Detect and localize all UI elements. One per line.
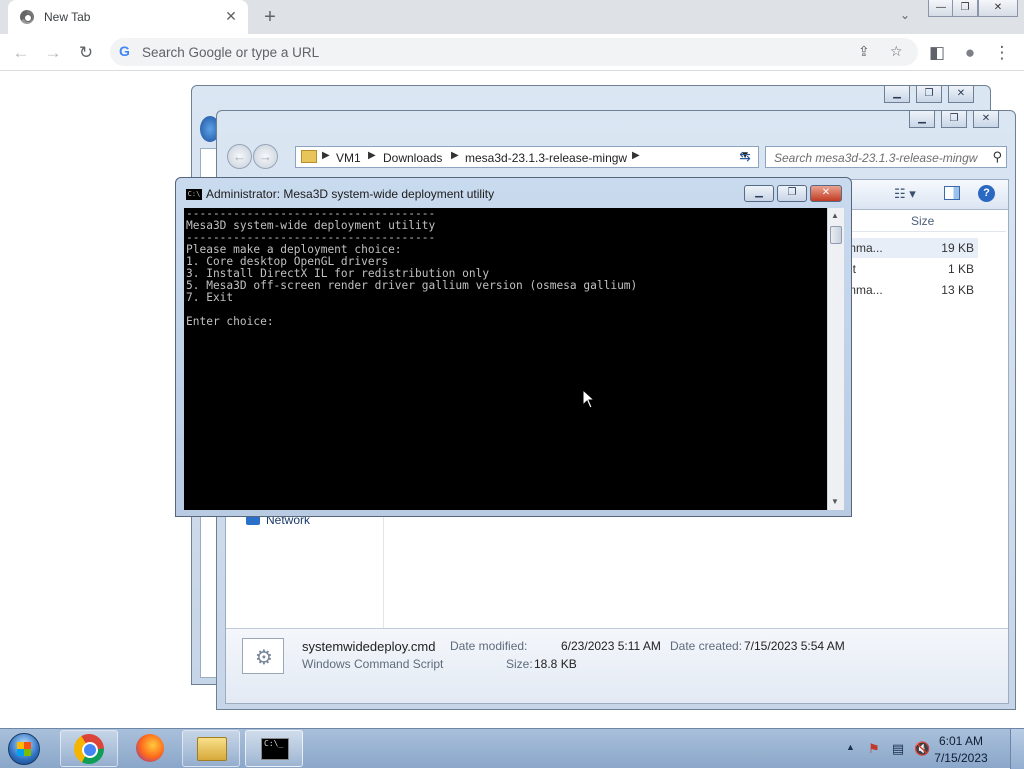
scroll-down-icon[interactable]: ▼ [831,497,839,506]
new-tab-button[interactable]: + [258,5,282,29]
minimize-button[interactable]: ▁ [909,111,935,128]
restore-button[interactable]: ❐ [941,111,967,128]
share-icon[interactable]: ⇪ [858,43,870,60]
taskbar-firefox-button[interactable] [122,730,180,767]
start-button[interactable] [2,731,46,767]
chrome-menu-icon[interactable]: ⋮ [989,40,1015,66]
details-pane: systemwidedeploy.cmd Windows Command Scr… [226,628,1008,703]
show-hidden-icons-icon[interactable]: ▲ [846,742,855,752]
forward-icon[interactable]: → [253,144,278,169]
tab-new-tab[interactable]: New Tab ✕ [8,0,248,34]
back-button[interactable]: ← [8,40,34,66]
minimize-button[interactable]: ▁ [744,185,774,202]
cmd-icon: C:\_ [261,738,289,760]
search-placeholder: Search mesa3d-23.1.3-release-mingw [774,151,978,165]
google-icon: G [119,43,130,59]
close-button[interactable]: ✕ [810,185,842,202]
details-filetype: Windows Command Script [302,657,444,671]
side-panel-icon[interactable]: ◧ [924,40,950,66]
modified-label: Date modified: [450,639,528,653]
mouse-cursor-icon [582,389,596,409]
file-row[interactable]: mma... 13 KB [846,280,978,300]
breadcrumb-separator-icon[interactable]: ▶ [451,150,459,161]
clock-date[interactable]: 7/15/2023 [926,751,996,765]
show-desktop-button[interactable] [1010,729,1024,769]
network-icon[interactable]: ▤ [890,741,906,757]
chrome-icon [74,734,104,764]
folder-icon [301,150,317,163]
chrome-favicon-icon [20,10,34,24]
search-icon: ⚲ [992,149,1002,164]
breadcrumb-separator-icon[interactable]: ▶ [632,150,640,161]
file-size: 19 KB [941,241,974,255]
minimize-button[interactable]: ▁ [884,86,910,103]
script-file-icon [242,638,284,674]
minimize-button[interactable]: — [928,0,954,17]
column-headers: Size [846,210,1006,232]
breadcrumb-separator-icon[interactable]: ▶ [322,150,330,161]
back-icon[interactable]: ← [227,144,252,169]
omnibox[interactable]: G Search Google or type a URL ⇪ ☆ [110,38,918,66]
details-filename: systemwidedeploy.cmd [302,639,436,654]
column-size[interactable]: Size [911,214,934,228]
search-input[interactable]: Search mesa3d-23.1.3-release-mingw ⚲ [765,146,1007,168]
taskbar-cmd-button[interactable]: C:\_ [245,730,303,767]
console-text: ------------------------------------- Me… [186,208,638,328]
close-button[interactable]: ✕ [978,0,1018,17]
action-center-flag-icon[interactable]: ⚑ [866,741,882,757]
bookmark-star-icon[interactable]: ☆ [890,43,903,60]
size-label: Size: [506,657,533,671]
back-forward-buttons: ← → [227,144,283,170]
folder-icon [197,737,227,761]
vertical-scrollbar[interactable]: ▲ ▼ [827,208,844,510]
scroll-up-icon[interactable]: ▲ [831,211,839,220]
windows-flag-icon [17,742,31,756]
close-button[interactable]: ✕ [973,111,999,128]
restore-button[interactable]: ❐ [777,185,807,202]
forward-button[interactable]: → [40,40,66,66]
file-size: 1 KB [947,262,974,276]
cmd-window[interactable]: C:\ Administrator: Mesa3D system-wide de… [175,177,852,517]
cmd-title: Administrator: Mesa3D system-wide deploy… [206,187,495,201]
file-size: 13 KB [941,283,974,297]
cmd-icon: C:\ [186,189,202,200]
file-row[interactable]: mma... 19 KB [846,238,978,258]
browser-toolbar: ← → ↻ G Search Google or type a URL ⇪ ☆ … [0,34,1024,71]
created-label: Date created: [670,639,743,653]
system-tray: ▲ ⚑ ▤ 🔇 6:01 AM 7/15/2023 [838,729,1024,769]
console-output[interactable]: ------------------------------------- Me… [184,208,827,510]
restore-button[interactable]: ❐ [952,0,978,17]
tab-strip: New Tab ✕ + ⌄ — ❐ ✕ [0,0,1024,34]
refresh-icon[interactable]: ⇆ [733,146,757,168]
reload-button[interactable]: ↻ [73,40,99,66]
taskbar-chrome-button[interactable] [60,730,118,767]
tab-title: New Tab [44,10,91,24]
modified-value: 6/23/2023 5:11 AM [561,639,661,653]
scrollbar-thumb[interactable] [830,226,842,244]
file-row[interactable]: nt 1 KB [846,259,978,279]
firefox-icon [136,734,164,762]
close-button[interactable]: ✕ [948,86,974,103]
view-options-icon[interactable]: ☷ ▾ [894,186,916,202]
size-value: 18.8 KB [534,657,577,671]
help-icon[interactable]: ? [978,185,995,202]
created-value: 7/15/2023 5:54 AM [744,639,845,653]
profile-icon[interactable]: ● [957,40,983,66]
address-bar[interactable]: ▶ VM1 ▶ Downloads ▶ mesa3d-23.1.3-releas… [295,146,759,168]
clock-time[interactable]: 6:01 AM [926,734,996,748]
breadcrumb-mesa-folder[interactable]: mesa3d-23.1.3-release-mingw [465,151,627,165]
taskbar: C:\_ ▲ ⚑ ▤ 🔇 6:01 AM 7/15/2023 [0,728,1024,769]
omnibox-placeholder: Search Google or type a URL [142,45,320,60]
preview-pane-icon[interactable] [944,186,960,200]
breadcrumb-separator-icon[interactable]: ▶ [368,150,376,161]
tab-search-dropdown-icon[interactable]: ⌄ [895,8,915,26]
restore-button[interactable]: ❐ [916,86,942,103]
taskbar-explorer-button[interactable] [182,730,240,767]
breadcrumb-vm1[interactable]: VM1 [336,151,361,165]
breadcrumb-downloads[interactable]: Downloads [383,151,442,165]
tab-close-icon[interactable]: ✕ [222,7,240,25]
